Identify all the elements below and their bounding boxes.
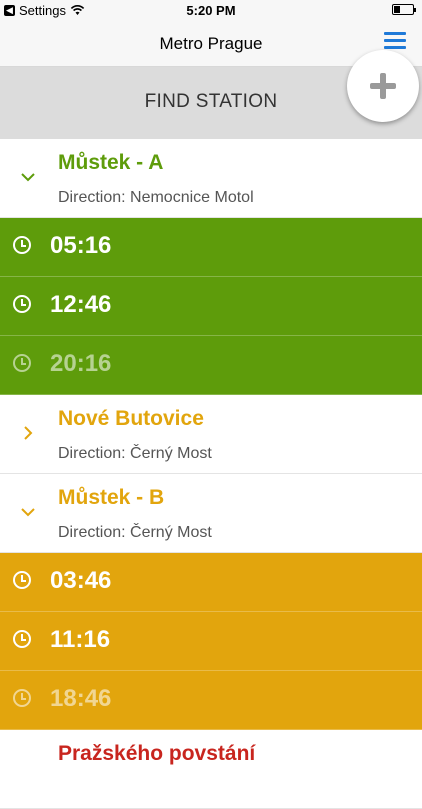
add-station-button[interactable] [347, 50, 419, 122]
departure-time: 18:46 [50, 685, 112, 712]
chevron-right-icon [24, 426, 33, 440]
station-item[interactable]: Nové Butovice Direction: Černý Most [0, 395, 422, 474]
station-list: Můstek - A Direction: Nemocnice Motol 05… [0, 139, 422, 809]
page-title: Metro Prague [159, 34, 263, 53]
departure-time: 12:46 [50, 291, 112, 318]
station-name: Můstek - B [58, 486, 165, 509]
clock-icon [13, 630, 31, 648]
clock-icon [13, 571, 31, 589]
clock-icon [13, 295, 31, 313]
station-item[interactable]: Můstek - B Direction: Černý Most [0, 474, 422, 553]
clock-icon [13, 689, 31, 707]
departure-row[interactable]: 20:16 [0, 336, 422, 395]
station-direction: Direction: Černý Most [58, 524, 212, 541]
clock-time: 5:20 PM [186, 3, 236, 18]
status-bar: ◀ Settings 5:20 PM [0, 0, 422, 22]
station-name: Pražského povstání [58, 742, 256, 765]
station-item[interactable]: Pražského povstání [0, 730, 422, 809]
departure-row[interactable]: 18:46 [0, 671, 422, 730]
station-name: Nové Butovice [58, 407, 204, 430]
departure-time: 11:16 [50, 626, 111, 653]
clock-icon [13, 354, 31, 372]
departure-time: 05:16 [50, 232, 112, 259]
station-direction: Direction: Černý Most [58, 445, 212, 462]
battery-icon [392, 4, 416, 15]
station-name: Můstek - A [58, 151, 164, 174]
departure-time: 20:16 [50, 350, 112, 377]
chevron-down-icon [21, 508, 35, 517]
station-item[interactable]: Můstek - A Direction: Nemocnice Motol [0, 139, 422, 218]
departure-row[interactable]: 12:46 [0, 277, 422, 336]
departure-row[interactable]: 05:16 [0, 218, 422, 277]
station-direction: Direction: Nemocnice Motol [58, 189, 254, 206]
departure-row[interactable]: 11:16 [0, 612, 422, 671]
departure-time: 03:46 [50, 567, 112, 594]
clock-icon [13, 236, 31, 254]
departure-row[interactable]: 03:46 [0, 553, 422, 612]
chevron-down-icon [21, 173, 35, 182]
